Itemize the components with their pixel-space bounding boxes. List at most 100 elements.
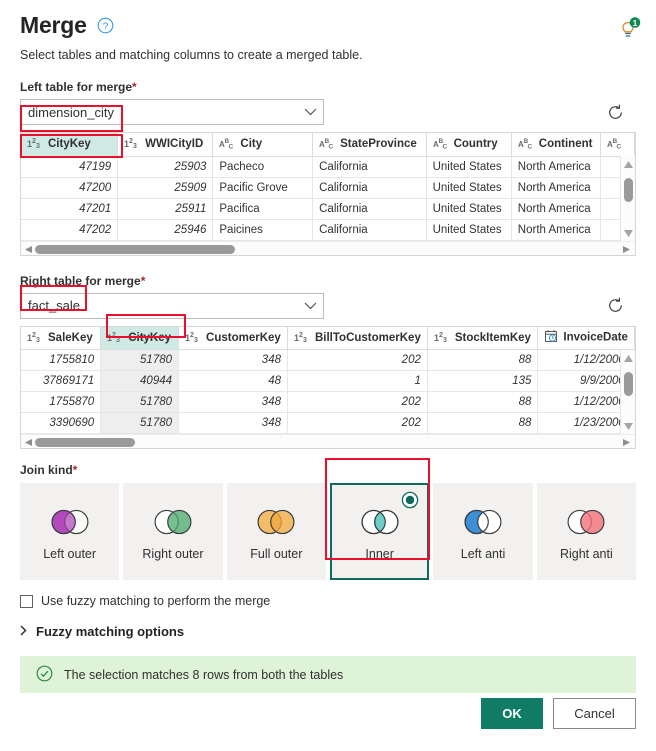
left-table-dropdown[interactable]: dimension_city [20,99,324,125]
venn-right-outer-icon [153,507,193,537]
check-circle-icon [36,665,53,685]
scroll-up-icon[interactable] [623,160,634,169]
table-cell: 37869171 [21,370,102,392]
table-cell: 51780 [100,349,180,371]
left-column-header[interactable]: ABC [600,133,635,157]
join-kind-option-right-anti[interactable]: Right anti [536,483,637,580]
venn-left-outer-icon [50,507,90,537]
number-type-icon: 123 [124,136,141,152]
chevron-right-icon[interactable] [20,624,27,639]
fuzzy-matching-checkbox-row[interactable]: Use fuzzy matching to perform the merge [20,594,636,608]
column-name: WWICityID [145,138,204,151]
table-cell: 202 [287,412,428,434]
right-table-label-text: Right table for merge [20,273,141,288]
svg-text:?: ? [102,21,108,32]
help-circle-icon[interactable]: ? [97,17,114,34]
scroll-down-icon[interactable] [623,422,634,431]
right-column-header[interactable]: 1 2 3 CityKey [100,326,180,350]
right-column-header[interactable]: 1 2 3 CustomerKey [178,326,288,350]
cancel-button[interactable]: Cancel [553,698,636,729]
fuzzy-matching-checkbox-label: Use fuzzy matching to perform the merge [41,594,271,608]
chevron-down-icon[interactable] [304,294,317,318]
table-cell: 202 [287,349,428,371]
table-row: 37869171 40944 48 1 135 9/9/2000, [21,370,635,392]
svg-text:C: C [442,144,447,150]
right-column-header[interactable]: InvoiceDate [537,326,635,350]
table-cell: 51780 [100,412,180,434]
left-grid-horizontal-scrollbar[interactable] [21,240,635,255]
join-kind-option-label: Left anti [460,547,506,561]
right-table-dropdown[interactable]: fact_sale [20,292,324,319]
right-grid-viewport: 1 2 3 SaleKey 1 2 3 CityKey 1 2 3 CustomerKey 1 2 3 Bil… [21,326,635,434]
join-kind-option-left-outer[interactable]: Left outer [20,483,120,580]
venn-full-outer-icon [256,507,296,537]
fuzzy-matching-checkbox[interactable] [20,594,33,608]
right-grid-header-row: 1 2 3 SaleKey 1 2 3 CityKey 1 2 3 CustomerKey 1 2 3 Bil… [21,326,635,350]
right-grid-vertical-scrollbar[interactable] [620,349,635,434]
left-column-header[interactable]: 1 2 3 CityKey [21,133,119,157]
join-kind-option-full-outer[interactable]: Full outer [226,483,326,580]
left-column-header[interactable]: A B C Continent [511,133,601,157]
table-cell: 3390690 [21,412,102,434]
scroll-up-icon[interactable] [623,354,634,363]
right-table-preview-grid: 1 2 3 SaleKey 1 2 3 CityKey 1 2 3 CustomerKey 1 2 3 Bil… [20,325,636,449]
join-kind-option-right-outer[interactable]: Right outer [123,483,223,580]
left-table-label-text: Left table for merge [20,80,133,94]
svg-text:3: 3 [36,143,40,149]
table-cell: 348 [178,349,288,371]
scroll-left-icon[interactable] [24,438,33,447]
svg-text:3: 3 [36,337,40,343]
left-grid-hscroll-thumb[interactable] [35,244,235,254]
right-table-refresh-button[interactable] [604,295,626,317]
number-type-icon: 123 [27,136,44,152]
left-column-header[interactable]: A B C StateProvince [312,133,427,157]
svg-text:3: 3 [303,337,307,343]
number-type-icon: 123 [27,330,44,346]
column-name: BillToCustomerKey [314,331,421,344]
venn-right-anti-icon [566,507,606,537]
left-column-header[interactable]: A B C Country [426,133,512,157]
table-cell: Paicines [212,219,314,241]
join-kind-option-label: Right outer [142,547,204,561]
right-grid-vscroll-thumb[interactable] [624,371,633,396]
right-grid-horizontal-scrollbar[interactable] [21,434,635,448]
left-table-refresh-button[interactable] [604,101,626,123]
left-grid-vscroll-thumb[interactable] [624,178,633,202]
right-grid-body: 1755810 51780 348 202 88 1/12/2000, 37869171 40… [21,349,635,434]
right-column-header[interactable]: 1 2 3 BillToCustomerKey [287,326,428,350]
fuzzy-matching-options-expander[interactable]: Fuzzy matching options [20,624,636,639]
table-cell: 25911 [117,198,214,220]
table-cell: 47200 [21,177,119,199]
tips-button[interactable]: 1 [614,16,642,42]
scroll-down-icon[interactable] [623,229,634,238]
table-cell: 135 [427,370,539,392]
table-cell: Pacific Grove [212,177,314,199]
join-kind-option-label: Inner [365,547,394,561]
join-kind-option-left-anti[interactable]: Left anti [433,483,533,580]
scroll-right-icon[interactable] [622,438,631,447]
right-column-header[interactable]: 1 2 3 StockItemKey [427,326,539,350]
scroll-left-icon[interactable] [24,245,33,254]
chevron-down-icon[interactable] [304,100,317,124]
left-grid-vertical-scrollbar[interactable] [620,156,635,241]
svg-text:C: C [527,144,532,150]
left-table-row: dimension_city [20,99,636,125]
table-cell: California [312,156,427,178]
table-cell: North America [511,198,601,220]
column-name: StockItemKey [454,331,531,344]
ok-button[interactable]: OK [481,698,543,729]
date-type-icon [544,329,559,346]
fuzzy-matching-options-label: Fuzzy matching options [36,624,185,639]
right-table-required-marker: * [140,273,146,288]
left-column-header[interactable]: A B C City [212,133,314,157]
left-table-value: dimension_city [28,104,114,120]
right-grid-hscroll-thumb[interactable] [35,438,135,447]
table-cell: 1755810 [21,349,102,371]
right-column-header[interactable]: 1 2 3 SaleKey [21,326,102,350]
svg-text:C: C [329,144,334,150]
scroll-right-icon[interactable] [622,245,631,254]
left-column-header[interactable]: 1 2 3 WWICityID [117,133,214,157]
table-row: 47201 25911 Pacifica California United State… [21,198,635,220]
join-kind-option-inner[interactable]: Inner [329,483,430,580]
radio-selected-icon[interactable] [401,491,419,512]
